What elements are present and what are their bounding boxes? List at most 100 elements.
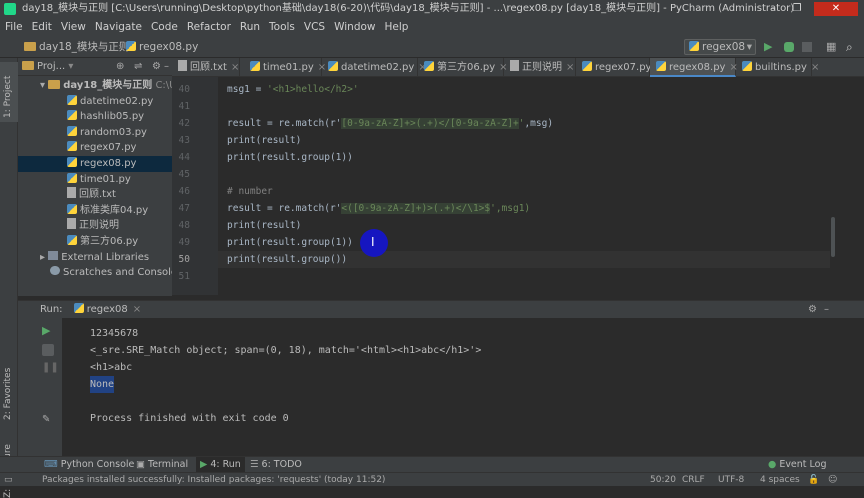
search-icon[interactable]: ⌕ — [846, 36, 853, 58]
project-structure-icon[interactable]: ▦ — [826, 36, 836, 58]
pause-icon[interactable]: ❚❚ — [42, 362, 59, 373]
tab-regex07[interactable]: regex07.py× — [576, 58, 664, 77]
code-editor[interactable]: msg1 = '<h1>hello</h2>' result = re.matc… — [218, 77, 842, 295]
close-icon[interactable]: × — [566, 62, 574, 73]
tab-todo[interactable]: ☰ 6: TODO — [250, 457, 302, 473]
text-file-icon — [67, 218, 76, 230]
lock-icon[interactable]: 🔓 — [808, 473, 819, 487]
stop-icon[interactable] — [42, 344, 54, 356]
favorites-tool-label[interactable]: 2: Favorites — [3, 368, 13, 420]
gear-icon[interactable]: ⚙ — [152, 58, 161, 76]
event-log-button[interactable]: ● Event Log — [768, 457, 827, 473]
stop-icon[interactable] — [802, 42, 812, 52]
tree-item[interactable]: time01.py — [18, 172, 172, 188]
menu-navigate[interactable]: Navigate — [95, 21, 142, 33]
tree-item[interactable]: datetime02.py — [18, 94, 172, 110]
menu-file[interactable]: File — [5, 21, 23, 33]
collapse-icon[interactable]: ⇌ — [134, 58, 142, 76]
tree-item-selected[interactable]: regex08.py — [18, 156, 172, 172]
menu-vcs[interactable]: VCS — [304, 21, 325, 33]
tree-item[interactable]: 标准类库04.py — [18, 203, 172, 219]
tree-item[interactable]: regex07.py — [18, 140, 172, 156]
tab-datetime02[interactable]: datetime02.py × — [322, 58, 427, 77]
tab-run[interactable]: ▶ 4: Run — [196, 457, 245, 473]
python-file-icon — [67, 203, 77, 214]
restore-button[interactable]: ❐ — [786, 2, 808, 16]
menu-run[interactable]: Run — [240, 21, 260, 33]
tree-item[interactable]: 回顾.txt — [18, 187, 172, 203]
python-file-icon — [67, 125, 77, 136]
tab-disanfang06[interactable]: 第三方06.py × — [418, 58, 508, 77]
breadcrumb-project[interactable]: day18_模块与正则 — [24, 36, 129, 58]
tree-item[interactable]: hashlib05.py — [18, 109, 172, 125]
python-file-icon — [67, 141, 77, 152]
minimize-button[interactable]: – — [762, 2, 784, 16]
tree-item[interactable]: 第三方06.py — [18, 234, 172, 250]
menu-refactor[interactable]: Refactor — [187, 21, 231, 33]
menu-edit[interactable]: Edit — [32, 21, 52, 33]
code-line: msg1 = '<h1>hello</h2>' — [227, 84, 359, 95]
left-tool-strip: 1: Project 2: Favorites Z: Structure — [0, 58, 18, 498]
run-icon[interactable]: ▶ — [764, 36, 772, 58]
breadcrumb-file[interactable]: regex08.py — [126, 36, 198, 58]
tab-terminal[interactable]: ▣ Terminal — [136, 457, 188, 473]
pin-icon[interactable]: ✎ — [42, 414, 50, 425]
file-encoding[interactable]: UTF-8 — [718, 473, 744, 487]
console-line: Process finished with exit code 0 — [90, 413, 289, 424]
tree-root[interactable]: ▾ day18_模块与正则 C:\Use — [18, 78, 188, 94]
tab-regex08[interactable]: regex08.py × — [650, 58, 738, 77]
menu-help[interactable]: Help — [385, 21, 409, 33]
menu-view[interactable]: View — [61, 21, 86, 33]
run-config-select[interactable]: regex08 ▾ — [684, 39, 756, 55]
menu-bar: File Edit View Navigate Code Refactor Run Tools… — [0, 18, 864, 36]
caret-position[interactable]: 50:20 — [650, 473, 676, 487]
run-config-tab[interactable]: regex08 — [87, 304, 128, 315]
code-line: result = re.match(r'[0-9a-zA-Z]+>(.+)</[… — [227, 118, 554, 129]
editor-scrollbar[interactable] — [831, 217, 835, 257]
line-number: 51 — [178, 271, 190, 282]
line-number: 43 — [178, 135, 190, 146]
tab-builtins[interactable]: builtins.py × — [736, 58, 819, 77]
line-separator[interactable]: CRLF — [682, 473, 705, 487]
tree-external-libraries[interactable]: ▸ External Libraries — [18, 250, 172, 266]
close-button[interactable]: ✕ — [814, 2, 858, 16]
folder-icon — [22, 61, 34, 70]
text-file-icon — [67, 187, 76, 199]
status-message[interactable]: Packages installed successfully: Install… — [42, 473, 385, 487]
debug-icon[interactable] — [784, 42, 794, 52]
inspector-icon[interactable]: ☺ — [828, 473, 837, 487]
python-file-icon — [742, 61, 752, 71]
tree-item[interactable]: random03.py — [18, 125, 172, 141]
text-cursor-icon: I — [371, 235, 375, 249]
close-icon[interactable]: × — [133, 304, 141, 315]
menu-tools[interactable]: Tools — [269, 21, 295, 33]
tab-python-console[interactable]: ⌨ Python Console — [44, 457, 134, 473]
pycharm-logo-icon — [4, 3, 16, 15]
sync-icon[interactable]: ⊕ — [116, 58, 124, 76]
tab-huigu[interactable]: 回顾.txt × — [172, 58, 240, 77]
title-bar: day18_模块与正则 [C:\Users\running\Desktop\py… — [0, 0, 864, 18]
hide-icon[interactable]: – — [824, 301, 829, 319]
tab-time01[interactable]: time01.py × — [244, 58, 326, 77]
console-line: <h1>abc — [90, 362, 133, 373]
run-label: Run: — [40, 304, 63, 315]
tree-scratches[interactable]: Scratches and Consoles — [18, 265, 182, 281]
gear-icon[interactable]: ⚙ — [808, 301, 817, 319]
run-console[interactable]: 12345678 <_sre.SRE_Match object; span=(0… — [62, 318, 864, 456]
hide-icon[interactable]: – — [164, 58, 169, 76]
code-line: print(result.group(1)) — [227, 237, 353, 248]
console-line-selected: None — [90, 376, 115, 393]
python-file-icon — [424, 61, 434, 71]
close-icon[interactable]: × — [231, 62, 239, 73]
rerun-icon[interactable]: ▶ — [42, 324, 50, 337]
indent-setting[interactable]: 4 spaces — [760, 473, 800, 487]
tree-item[interactable]: 正则说明 — [18, 218, 172, 234]
close-icon[interactable]: × — [811, 62, 819, 73]
status-bar: ▭ Packages installed successfully: Insta… — [0, 472, 864, 486]
folder-icon — [48, 80, 61, 89]
event-log-icon: ● — [768, 459, 780, 470]
python-file-icon — [656, 61, 666, 71]
menu-window[interactable]: Window — [334, 21, 375, 33]
tab-zhengze[interactable]: 正则说明 × — [504, 58, 576, 77]
menu-code[interactable]: Code — [151, 21, 178, 33]
